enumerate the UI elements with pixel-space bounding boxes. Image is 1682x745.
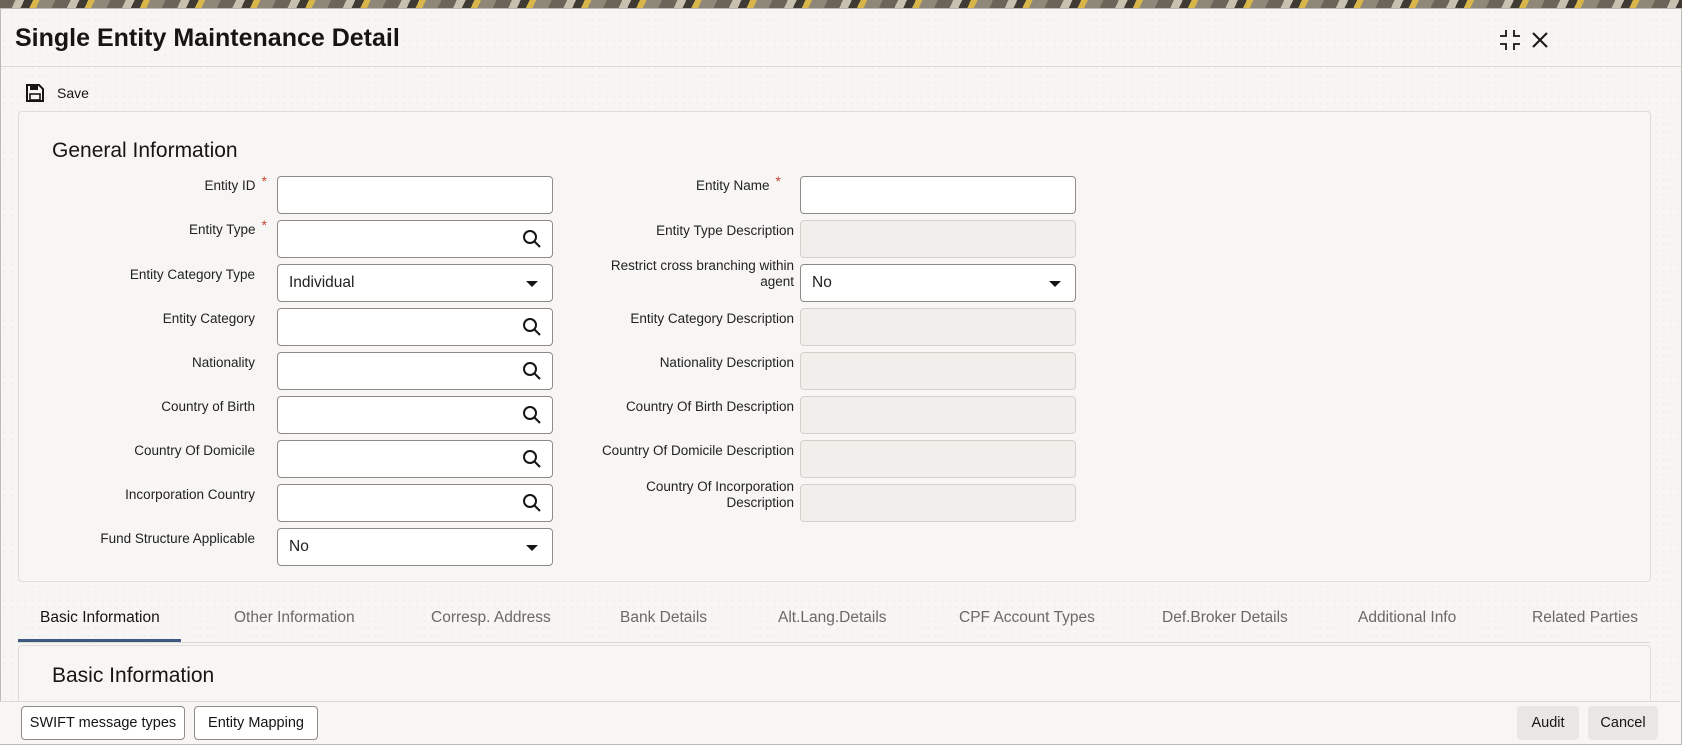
entity-id-field[interactable] xyxy=(277,176,553,214)
title-separator xyxy=(1,66,1681,67)
incorporation-country-field[interactable] xyxy=(277,484,553,522)
entity-type-description-field xyxy=(800,220,1076,258)
tab-other-information[interactable]: Other Information xyxy=(234,606,355,642)
restrict-cross-branching-label: Restrict cross branching within agent xyxy=(559,257,794,291)
country-of-domicile-label: Country Of Domicile xyxy=(134,443,255,458)
entity-mapping-button[interactable]: Entity Mapping xyxy=(194,706,318,740)
entity-id-label: Entity ID * xyxy=(19,173,267,195)
country-of-domicile-description-label: Country Of Domicile Description xyxy=(601,443,794,458)
nationality-label: Nationality xyxy=(191,355,255,370)
incorporation-country-label: Incorporation Country xyxy=(125,487,255,502)
country-of-incorporation-description-field xyxy=(800,484,1076,522)
general-information-panel: General Information Entity ID * Entity Ty… xyxy=(18,111,1651,582)
country-of-incorporation-description-label: Country Of Incorporation Description xyxy=(559,478,794,512)
tab-corresp-address[interactable]: Corresp. Address xyxy=(431,606,551,642)
country-of-birth-description-label: Country Of Birth Description xyxy=(625,399,794,414)
entity-category-type-label: Entity Category Type xyxy=(129,267,255,282)
search-icon[interactable] xyxy=(522,449,542,469)
tab-def-broker-details[interactable]: Def.Broker Details xyxy=(1162,606,1288,642)
entity-name-label-text: Entity Name xyxy=(696,178,770,193)
tab-related-parties[interactable]: Related Parties xyxy=(1532,606,1638,642)
restrict-cross-branching-label-line2: agent xyxy=(760,274,794,289)
save-icon xyxy=(26,84,44,102)
search-icon[interactable] xyxy=(522,405,542,425)
entity-name-label: Entity Name * xyxy=(559,173,781,195)
country-of-incorporation-description-label-line1: Country Of Incorporation xyxy=(646,479,794,494)
active-tab-indicator xyxy=(18,639,181,642)
chevron-down-icon[interactable] xyxy=(526,281,538,287)
tab-alt-lang-details[interactable]: Alt.Lang.Details xyxy=(778,606,887,642)
restrict-cross-branching-select[interactable]: No xyxy=(800,264,1076,302)
section-title-basic: Basic Information xyxy=(52,664,215,687)
chevron-down-icon[interactable] xyxy=(1049,281,1061,287)
tab-bank-details[interactable]: Bank Details xyxy=(620,606,707,642)
entity-type-label: Entity Type * xyxy=(19,217,267,239)
search-icon[interactable] xyxy=(522,493,542,513)
entity-category-description-label: Entity Category Description xyxy=(630,311,794,326)
required-indicator: * xyxy=(775,173,781,189)
cancel-button[interactable]: Cancel xyxy=(1588,706,1658,740)
entity-category-label: Entity Category xyxy=(162,311,255,326)
required-indicator: * xyxy=(261,217,267,233)
fund-structure-applicable-value: No xyxy=(289,538,309,555)
nationality-description-label: Nationality Description xyxy=(659,355,794,370)
country-of-birth-description-field xyxy=(800,396,1076,434)
country-of-birth-field[interactable] xyxy=(277,396,553,434)
entity-category-description-field xyxy=(800,308,1076,346)
country-of-incorporation-description-label-line2: Description xyxy=(726,495,794,510)
entity-category-type-select[interactable]: Individual xyxy=(277,264,553,302)
tab-additional-info[interactable]: Additional Info xyxy=(1358,606,1456,642)
restrict-cross-branching-label-line1: Restrict cross branching within xyxy=(610,258,794,273)
background-banner xyxy=(0,0,1682,8)
entity-category-type-value: Individual xyxy=(289,274,355,291)
entity-type-field[interactable] xyxy=(277,220,553,258)
tab-basic-information[interactable]: Basic Information xyxy=(40,606,160,642)
entity-id-label-text: Entity ID xyxy=(204,178,256,193)
entity-type-description-label: Entity Type Description xyxy=(656,223,794,238)
restrict-cross-branching-value: No xyxy=(812,274,832,291)
nationality-description-field xyxy=(800,352,1076,390)
close-icon[interactable] xyxy=(1527,27,1553,53)
search-icon[interactable] xyxy=(522,317,542,337)
basic-information-panel: Basic Information xyxy=(18,645,1651,706)
chevron-down-icon[interactable] xyxy=(526,545,538,551)
tab-divider xyxy=(18,642,1649,643)
search-icon[interactable] xyxy=(522,361,542,381)
fund-structure-applicable-label: Fund Structure Applicable xyxy=(100,531,255,546)
country-of-domicile-description-field xyxy=(800,440,1076,478)
entity-category-field[interactable] xyxy=(277,308,553,346)
window-title: Single Entity Maintenance Detail xyxy=(15,24,400,52)
save-button[interactable]: Save xyxy=(25,82,89,104)
tab-cpf-account-types[interactable]: CPF Account Types xyxy=(959,606,1095,642)
entity-type-label-text: Entity Type xyxy=(189,222,256,237)
section-title-general: General Information xyxy=(52,139,238,162)
minimize-icon[interactable] xyxy=(1497,27,1523,53)
audit-button[interactable]: Audit xyxy=(1517,706,1579,740)
swift-message-types-button[interactable]: SWIFT message types xyxy=(21,706,185,740)
fund-structure-applicable-select[interactable]: No xyxy=(277,528,553,566)
search-icon[interactable] xyxy=(522,229,542,249)
entity-name-field[interactable] xyxy=(800,176,1076,214)
country-of-birth-label: Country of Birth xyxy=(161,399,255,414)
tab-bar: Basic Information Other Information Corr… xyxy=(18,606,1649,642)
required-indicator: * xyxy=(261,173,267,189)
footer-bar: SWIFT message types Entity Mapping Audit… xyxy=(0,701,1680,744)
country-of-domicile-field[interactable] xyxy=(277,440,553,478)
save-label: Save xyxy=(57,85,89,101)
nationality-field[interactable] xyxy=(277,352,553,390)
